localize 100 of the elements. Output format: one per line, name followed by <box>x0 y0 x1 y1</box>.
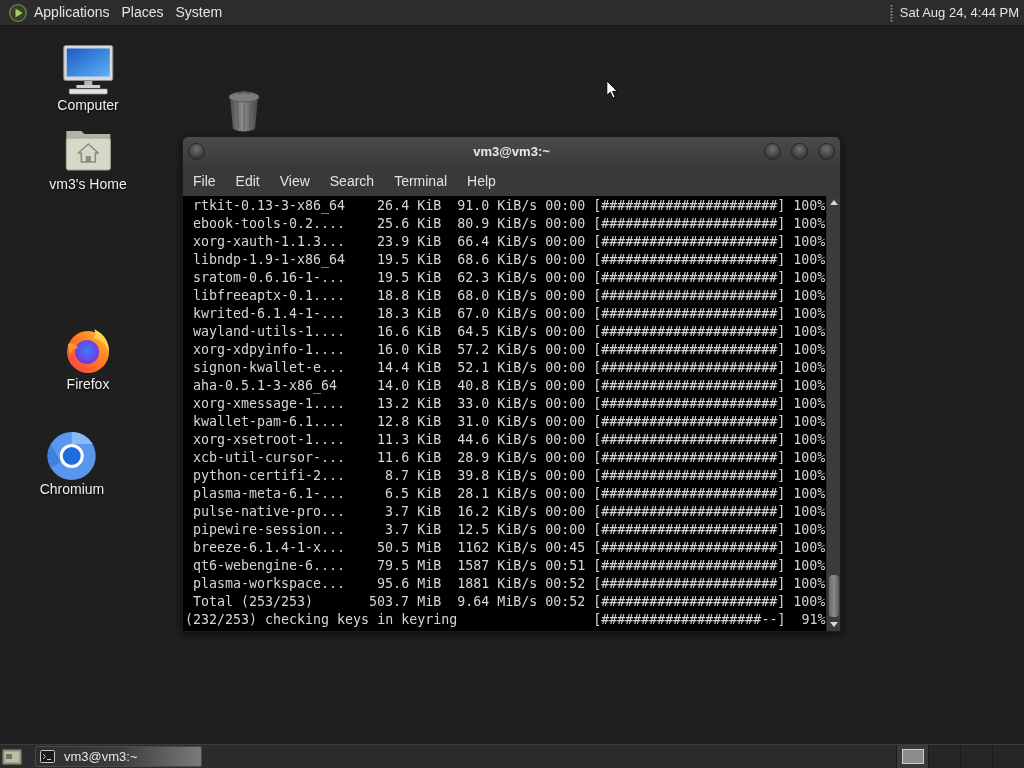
window-title: vm3@vm3:~ <box>473 142 550 161</box>
download-size: 26.4 KiB <box>377 197 442 215</box>
percent-text: 100% <box>793 557 826 575</box>
scroll-up-arrow-icon[interactable] <box>829 200 838 205</box>
progress-text: [######################] <box>593 215 786 233</box>
transfer-rate: 1587 KiB/s <box>457 557 538 575</box>
scroll-down-arrow-icon[interactable] <box>829 622 838 627</box>
download-size: 503.7 MiB <box>369 593 442 611</box>
elapsed-time: 00:00 <box>545 503 586 521</box>
percent-text: 100% <box>793 287 826 305</box>
transfer-rate: 80.9 KiB/s <box>457 215 538 233</box>
chromium-logo-icon <box>47 431 97 481</box>
download-size: 95.6 MiB <box>377 575 442 593</box>
transfer-rate: 91.0 KiB/s <box>457 197 538 215</box>
menu-item[interactable]: Terminal <box>384 166 458 196</box>
download-size: 50.5 MiB <box>377 539 442 557</box>
package-name: kwrited-6.1.4-1-... <box>193 305 346 323</box>
elapsed-time: 00:45 <box>545 539 586 557</box>
progress-text: [######################] <box>593 503 786 521</box>
progress-text: [######################] <box>593 539 786 557</box>
download-size: 3.7 KiB <box>385 503 442 521</box>
elapsed-time: 00:00 <box>545 323 586 341</box>
transfer-rate: 52.1 KiB/s <box>457 359 538 377</box>
package-name: pulse-native-pro... <box>193 503 346 521</box>
progress-text: [######################] <box>593 233 786 251</box>
elapsed-time: 00:00 <box>545 377 586 395</box>
elapsed-time: 00:00 <box>545 359 586 377</box>
download-size: 12.8 KiB <box>377 413 442 431</box>
app-menu-icon[interactable] <box>9 3 27 22</box>
scrollbar-thumb[interactable] <box>828 575 839 617</box>
transfer-rate: 16.2 KiB/s <box>457 503 538 521</box>
package-name: python-certifi-2... <box>193 467 346 485</box>
percent-text: 100% <box>793 467 826 485</box>
elapsed-time: 00:52 <box>545 593 586 611</box>
progress-text: [######################] <box>593 323 786 341</box>
scrollbar[interactable] <box>826 196 840 631</box>
transfer-rate: 1162 KiB/s <box>457 539 538 557</box>
percent-text: 100% <box>793 377 826 395</box>
package-name: sratom-0.6.16-1-... <box>193 269 346 287</box>
download-size: 19.5 KiB <box>377 251 442 269</box>
panel-clock[interactable]: Sat Aug 24, 4:44 PM <box>892 0 1024 25</box>
package-name: aha-0.5.1-3-x86_64 <box>193 377 338 395</box>
desktop-shortcut[interactable]: Chromium <box>36 431 108 498</box>
download-size: 3.7 KiB <box>385 521 442 539</box>
percent-text: 100% <box>793 593 826 611</box>
workspace-button[interactable] <box>896 745 928 768</box>
terminal-icon <box>40 750 55 763</box>
download-size: 18.3 KiB <box>377 305 442 323</box>
panel-menu[interactable]: System <box>169 0 229 25</box>
taskbar-button[interactable]: vm3@vm3:~ <box>35 746 202 767</box>
desktop-icon[interactable] <box>2 747 22 766</box>
download-size: 16.6 KiB <box>377 323 442 341</box>
percent-text: 100% <box>793 485 826 503</box>
elapsed-time: 00:51 <box>545 557 586 575</box>
menu-item[interactable]: Edit <box>225 166 270 196</box>
window-control-button[interactable] <box>764 143 781 160</box>
menu-item[interactable]: Search <box>319 166 385 196</box>
percent-text: 100% <box>793 233 826 251</box>
firefox-logo-icon <box>64 326 112 374</box>
window-control-button[interactable] <box>818 143 835 160</box>
progress-text: [######################] <box>593 395 786 413</box>
package-name: kwallet-pam-6.1.... <box>193 413 346 431</box>
progress-text: [######################] <box>593 341 786 359</box>
transfer-rate: 12.5 KiB/s <box>457 521 538 539</box>
percent-text: 100% <box>793 503 826 521</box>
progress-text: [######################] <box>593 377 786 395</box>
percent-text: 91% <box>801 611 826 629</box>
elapsed-time: 00:00 <box>545 215 586 233</box>
desktop-shortcut[interactable]: Computer <box>54 45 122 114</box>
progress-text: [######################] <box>593 251 786 269</box>
panel-menu[interactable]: Applications <box>28 0 116 25</box>
elapsed-time: 00:00 <box>545 251 586 269</box>
progress-text: [######################] <box>593 197 786 215</box>
desktop-shortcut[interactable]: vm3's Home <box>46 127 130 193</box>
progress-text: [######################] <box>593 431 786 449</box>
panel-menu[interactable]: Places <box>115 0 170 25</box>
elapsed-time: 00:00 <box>545 449 586 467</box>
progress-text: [######################] <box>593 287 786 305</box>
package-name: pipewire-session... <box>193 521 346 539</box>
transfer-rate: 62.3 KiB/s <box>457 269 538 287</box>
progress-text: [######################] <box>593 557 786 575</box>
window-menu-button[interactable] <box>188 143 205 160</box>
menu-item[interactable]: File <box>183 166 226 196</box>
trash-can-icon[interactable] <box>225 88 263 134</box>
package-name: xorg-xsetroot-1.... <box>193 431 346 449</box>
window-thumbnail <box>901 749 924 764</box>
percent-text: 100% <box>793 269 826 287</box>
percent-text: 100% <box>793 359 826 377</box>
download-size: 13.2 KiB <box>377 395 442 413</box>
menu-item[interactable]: Help <box>457 166 506 196</box>
download-size: 79.5 MiB <box>377 557 442 575</box>
desktop-shortcut[interactable]: Firefox <box>61 326 115 393</box>
elapsed-time: 00:00 <box>545 521 586 539</box>
window-control-button[interactable] <box>791 143 808 160</box>
percent-text: 100% <box>793 431 826 449</box>
menu-item[interactable]: View <box>269 166 320 196</box>
monitor-icon <box>62 45 114 95</box>
download-size: 18.8 KiB <box>377 287 442 305</box>
download-size: 25.6 KiB <box>377 215 442 233</box>
transfer-rate: 44.6 KiB/s <box>457 431 538 449</box>
